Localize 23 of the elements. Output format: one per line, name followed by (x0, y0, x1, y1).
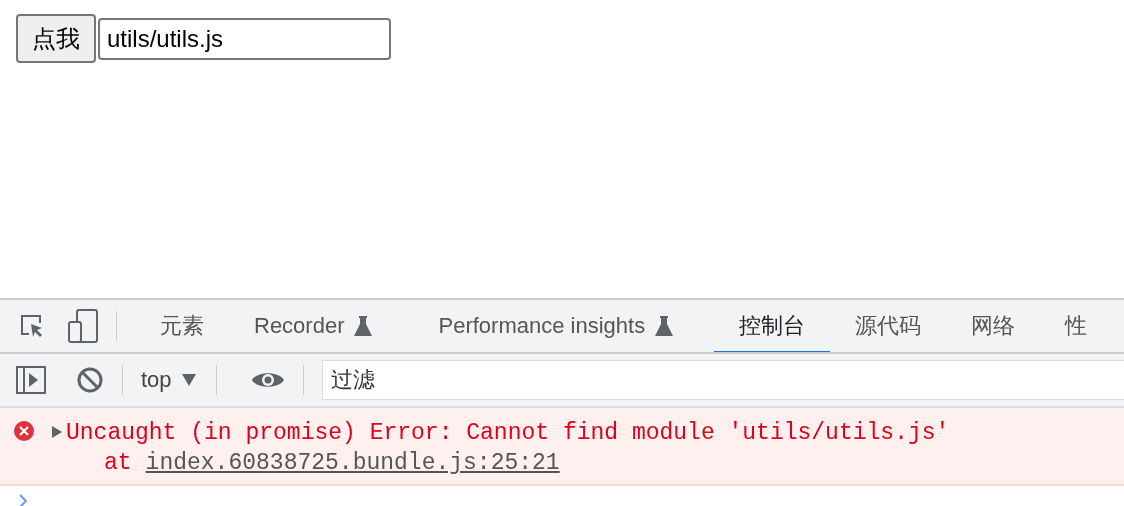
input-field[interactable]: utils/utils.js (98, 18, 391, 60)
devtools-tab[interactable]: 网络 (946, 300, 1041, 352)
stack-prefix: at (104, 449, 132, 478)
expand-arrow-icon[interactable] (52, 426, 62, 438)
click-button[interactable]: 点我 (16, 14, 96, 63)
context-dropdown[interactable]: top (141, 367, 198, 393)
devtools-tab[interactable]: 性 (1040, 300, 1113, 352)
sidebar-toggle-icon[interactable] (16, 366, 46, 394)
device-icon[interactable] (68, 309, 98, 343)
dropdown-icon (181, 374, 196, 386)
flask-icon (354, 315, 373, 336)
source-link[interactable]: index.60838725.bundle.js:25:21 (145, 448, 560, 478)
error-message: Uncaught (in promise) Error: Cannot find module 'utils/utils.js' (66, 420, 950, 446)
devtools-tab[interactable]: Performance insights (413, 300, 715, 352)
devtools-tab[interactable]: 元素 (135, 300, 229, 352)
prompt-chevron-icon[interactable] (18, 494, 28, 506)
devtools-tab[interactable]: 源代码 (830, 300, 947, 352)
devtools-tab[interactable]: Recorder (229, 300, 414, 352)
error-icon (14, 421, 34, 441)
devtools-tab[interactable]: 控制台 (714, 300, 831, 352)
filter-field[interactable]: 过滤 (321, 360, 1124, 400)
flask-icon (655, 315, 674, 336)
clear-icon[interactable] (76, 366, 104, 394)
